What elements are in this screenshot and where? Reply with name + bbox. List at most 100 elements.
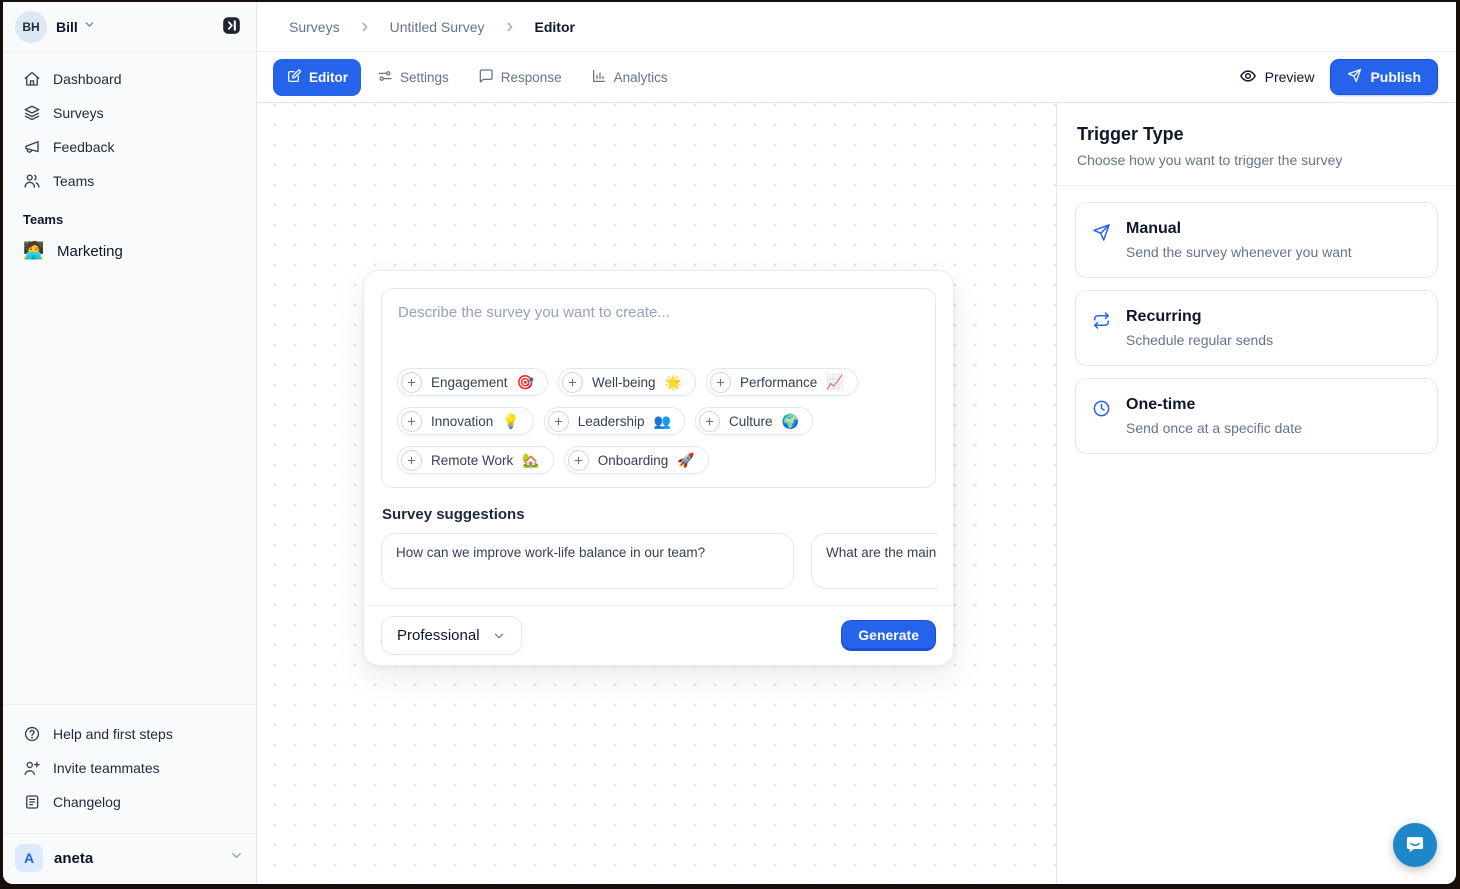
trigger-option-recurring[interactable]: Recurring Schedule regular sends — [1075, 290, 1438, 366]
topic-chip-onboarding[interactable]: Onboarding 🚀 — [564, 446, 709, 474]
composer-body: Engagement 🎯 Well-being 🌟 — [364, 271, 953, 589]
publish-button[interactable]: Publish — [1330, 59, 1438, 95]
sidebar-item-label: Invite teammates — [53, 760, 160, 776]
chevron-right-icon — [358, 20, 372, 34]
chat-launcher-button[interactable] — [1393, 823, 1437, 867]
survey-canvas[interactable]: Engagement 🎯 Well-being 🌟 — [257, 103, 1056, 884]
topic-chips: Engagement 🎯 Well-being 🌟 — [397, 368, 920, 474]
breadcrumb-item-surveys[interactable]: Surveys — [289, 19, 340, 35]
suggestions-row: How can we improve work-life balance in … — [381, 533, 938, 589]
plus-icon — [562, 372, 583, 393]
sidebar-item-changelog[interactable]: Changelog — [15, 785, 244, 819]
plus-icon — [401, 372, 422, 393]
trigger-option-one-time[interactable]: One-time Send once at a specific date — [1075, 378, 1438, 454]
trigger-panel: Trigger Type Choose how you want to trig… — [1056, 103, 1456, 884]
plus-icon — [699, 411, 720, 432]
tab-analytics[interactable]: Analytics — [578, 59, 681, 96]
collapse-sidebar-button[interactable] — [218, 14, 244, 40]
plus-icon — [548, 411, 569, 432]
sidebar-item-team-marketing[interactable]: 🧑‍💻 Marketing — [15, 233, 244, 269]
sidebar-item-label: Help and first steps — [53, 726, 173, 742]
tone-value: Professional — [397, 627, 480, 644]
tab-editor[interactable]: Editor — [273, 59, 361, 96]
chart-emoji-icon: 📈 — [826, 374, 843, 391]
breadcrumb-item-untitled-survey[interactable]: Untitled Survey — [390, 19, 485, 35]
chip-label: Performance — [740, 375, 817, 390]
describe-box: Engagement 🎯 Well-being 🌟 — [381, 288, 936, 488]
plus-icon — [401, 450, 422, 471]
globe-emoji-icon: 🌍 — [782, 413, 799, 430]
account-name: aneta — [54, 850, 93, 867]
topic-chip-well-being[interactable]: Well-being 🌟 — [558, 368, 696, 396]
trigger-panel-subtitle: Choose how you want to trigger the surve… — [1077, 152, 1436, 168]
generate-button[interactable]: Generate — [841, 620, 936, 651]
tab-label: Analytics — [614, 70, 668, 85]
trigger-option-text: One-time Send once at a specific date — [1126, 396, 1302, 436]
message-square-icon — [478, 68, 494, 87]
sidebar-item-help[interactable]: Help and first steps — [15, 717, 244, 751]
trigger-option-description: Schedule regular sends — [1126, 332, 1273, 348]
trigger-option-title: Manual — [1126, 220, 1352, 238]
sidebar-item-invite-teammates[interactable]: Invite teammates — [15, 751, 244, 785]
topic-chip-performance[interactable]: Performance 📈 — [706, 368, 858, 396]
tone-select[interactable]: Professional — [381, 616, 522, 655]
trigger-option-title: Recurring — [1126, 308, 1273, 326]
workspace-name: Bill — [56, 19, 78, 35]
chevron-down-icon — [229, 848, 244, 868]
workspace-switcher[interactable]: BH Bill — [3, 2, 256, 52]
sidebar-item-label: Changelog — [53, 794, 121, 810]
chip-label: Onboarding — [598, 453, 669, 468]
teams-section-label: Teams — [15, 198, 244, 233]
editor-toolbar: Editor Settings Response Analytics — [257, 52, 1456, 103]
preview-button[interactable]: Preview — [1239, 67, 1315, 88]
trigger-panel-header: Trigger Type Choose how you want to trig… — [1057, 103, 1456, 186]
sidebar-item-surveys[interactable]: Surveys — [15, 96, 244, 130]
sidebar-item-label: Surveys — [53, 105, 104, 121]
newspaper-icon — [23, 793, 41, 811]
trigger-option-manual[interactable]: Manual Send the survey whenever you want — [1075, 202, 1438, 278]
account-menu[interactable]: A aneta — [3, 833, 256, 884]
app-window: BH Bill Dashboard Surv — [3, 2, 1456, 884]
tab-label: Editor — [309, 70, 348, 85]
chevron-down-icon — [492, 629, 506, 643]
chip-label: Remote Work — [431, 453, 513, 468]
sidebar-spacer — [3, 269, 256, 704]
rocket-emoji-icon: 🚀 — [677, 452, 694, 469]
pencil-square-icon — [286, 68, 302, 87]
sidebar-item-feedback[interactable]: Feedback — [15, 130, 244, 164]
suggestion-card[interactable]: What are the main ob — [811, 533, 938, 589]
topic-chip-culture[interactable]: Culture 🌍 — [695, 407, 813, 435]
help-circle-icon — [23, 725, 41, 743]
composer-footer: Professional Generate — [364, 605, 953, 665]
topic-chip-remote-work[interactable]: Remote Work 🏡 — [397, 446, 554, 474]
breadcrumb-item-editor: Editor — [535, 19, 575, 35]
sidebar-item-dashboard[interactable]: Dashboard — [15, 62, 244, 96]
house-emoji-icon: 🏡 — [522, 452, 539, 469]
preview-label: Preview — [1265, 69, 1315, 85]
tab-label: Settings — [400, 70, 449, 85]
tab-settings[interactable]: Settings — [364, 59, 462, 96]
survey-description-input[interactable] — [382, 289, 935, 369]
trigger-option-text: Recurring Schedule regular sends — [1126, 308, 1273, 348]
users-icon — [23, 172, 41, 190]
chat-bubble-icon — [1404, 833, 1426, 858]
dart-emoji-icon: 🎯 — [517, 374, 534, 391]
tab-response[interactable]: Response — [465, 59, 575, 96]
topic-chip-innovation[interactable]: Innovation 💡 — [397, 407, 534, 435]
sliders-icon — [377, 68, 393, 87]
breadcrumb: Surveys Untitled Survey Editor — [289, 19, 575, 35]
chip-label: Leadership — [578, 414, 645, 429]
plus-icon — [710, 372, 731, 393]
trigger-option-description: Send once at a specific date — [1126, 420, 1302, 436]
chevron-right-icon — [503, 20, 517, 34]
team-name: Marketing — [57, 243, 123, 260]
topic-chip-engagement[interactable]: Engagement 🎯 — [397, 368, 548, 396]
user-plus-icon — [23, 759, 41, 777]
megaphone-icon — [23, 138, 41, 156]
suggestion-card[interactable]: How can we improve work-life balance in … — [381, 533, 794, 589]
sidebar-item-teams[interactable]: Teams — [15, 164, 244, 198]
chevron-down-icon — [83, 18, 96, 36]
topic-chip-leadership[interactable]: Leadership 👥 — [544, 407, 685, 435]
sidebar-nav: Dashboard Surveys Feedback Teams — [3, 52, 256, 269]
trigger-option-description: Send the survey whenever you want — [1126, 244, 1352, 260]
